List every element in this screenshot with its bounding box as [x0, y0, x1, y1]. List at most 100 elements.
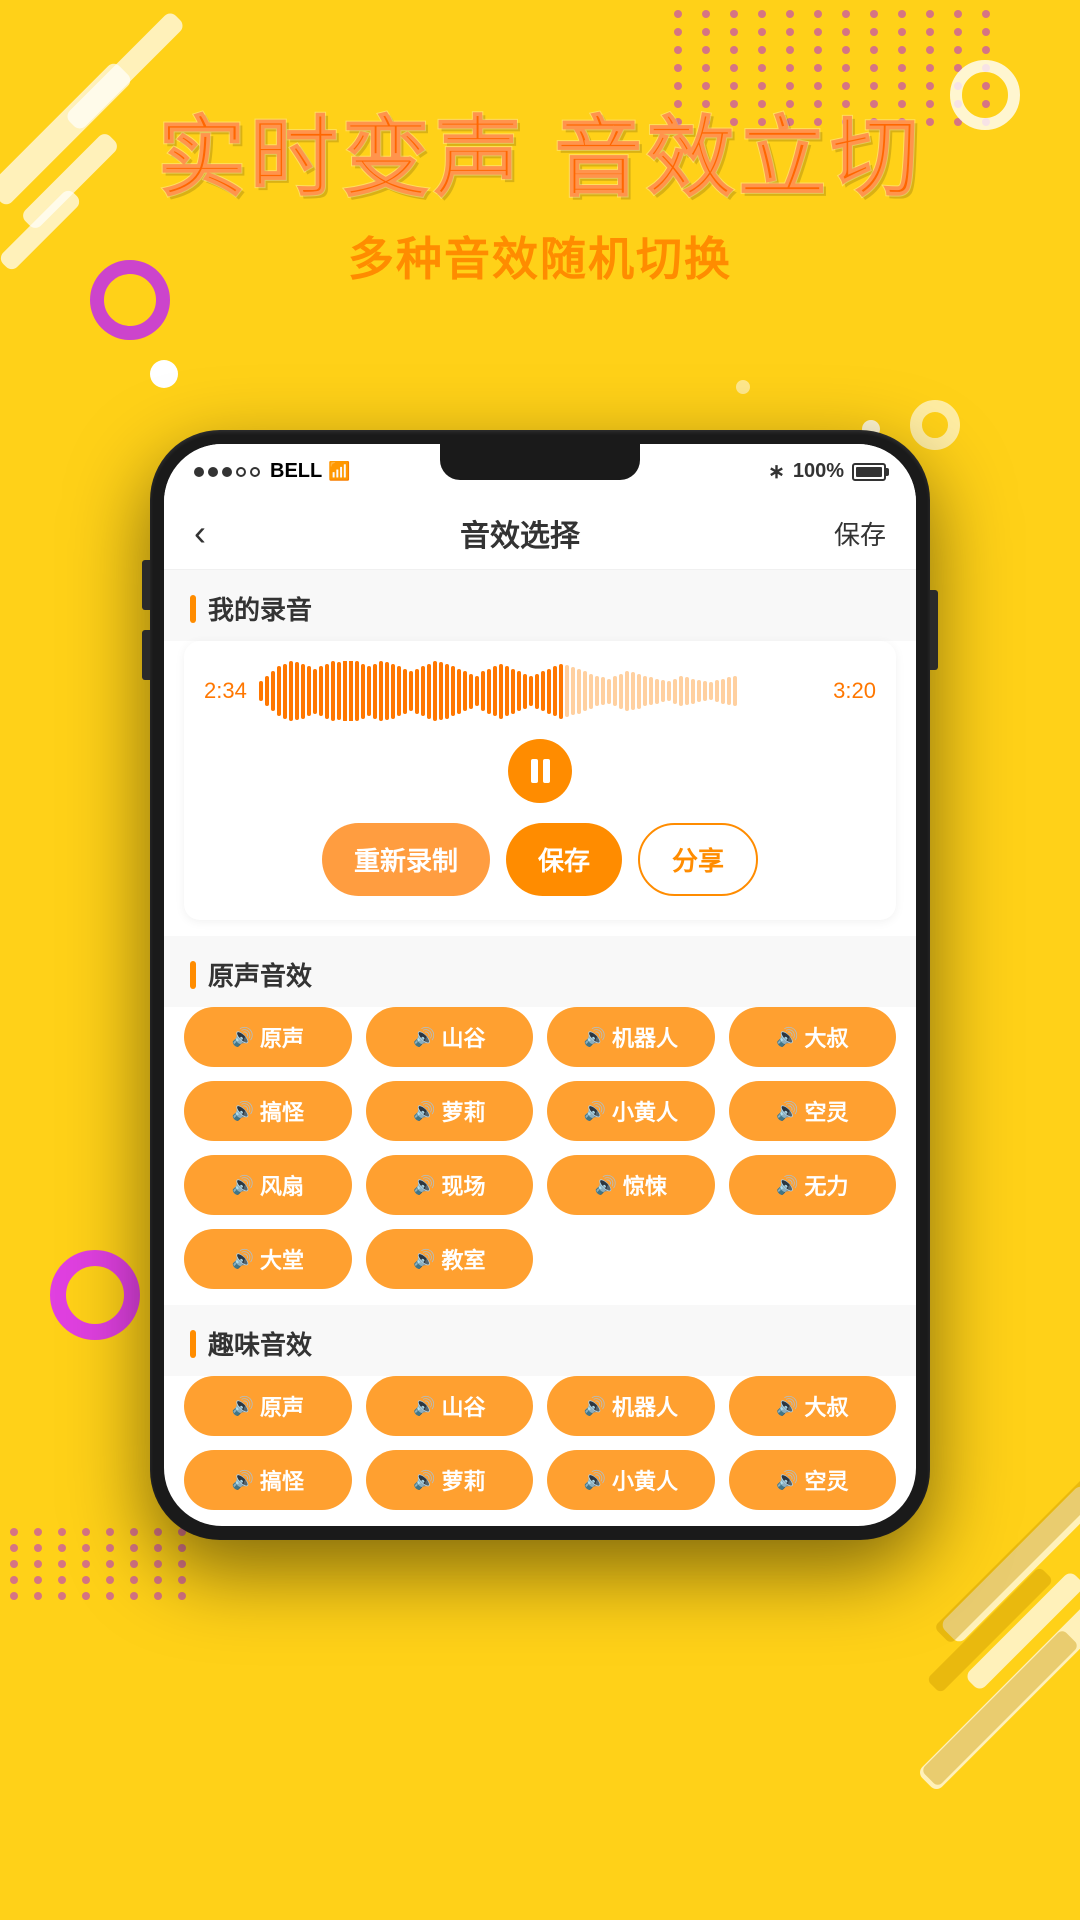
- effect-label: 小黄人: [612, 1464, 678, 1496]
- waveform-bar: [289, 661, 293, 721]
- battery-percent: 100%: [793, 460, 844, 483]
- pause-button[interactable]: [508, 739, 572, 803]
- speaker-icon: 🔊: [413, 1470, 435, 1491]
- speaker-icon: 🔊: [776, 1470, 798, 1491]
- fun-effect-chip[interactable]: 🔊小黄人: [547, 1450, 715, 1510]
- signal-dot-3: [222, 467, 232, 477]
- effect-label: 山谷: [441, 1021, 485, 1053]
- original-effect-chip[interactable]: 🔊风扇: [184, 1155, 352, 1215]
- fun-effects-grid: 🔊原声🔊山谷🔊机器人🔊大叔🔊搞怪🔊萝莉🔊小黄人🔊空灵: [164, 1376, 916, 1526]
- effect-label: 搞怪: [260, 1095, 304, 1127]
- rerecord-button[interactable]: 重新录制: [322, 823, 490, 896]
- original-effects-grid: 🔊原声🔊山谷🔊机器人🔊大叔🔊搞怪🔊萝莉🔊小黄人🔊空灵🔊风扇🔊现场🔊惊悚🔊无力🔊大…: [164, 1007, 916, 1305]
- fun-effect-chip[interactable]: 🔊搞怪: [184, 1450, 352, 1510]
- share-button[interactable]: 分享: [638, 823, 758, 896]
- save-recording-button[interactable]: 保存: [506, 823, 622, 896]
- waveform-bar: [523, 674, 527, 709]
- screen-title: 音效选择: [460, 511, 580, 555]
- effect-label: 山谷: [441, 1390, 485, 1422]
- effect-label: 小黄人: [612, 1095, 678, 1127]
- waveform-bar: [343, 661, 347, 721]
- waveform-bar: [307, 666, 311, 716]
- fun-effect-chip[interactable]: 🔊大叔: [729, 1376, 897, 1436]
- waveform-bar: [517, 671, 521, 711]
- waveform-bar: [577, 669, 581, 714]
- recording-section-header: 我的录音: [164, 570, 916, 641]
- original-effect-chip[interactable]: 🔊搞怪: [184, 1081, 352, 1141]
- white-dot-1: [150, 360, 178, 388]
- power-button: [930, 590, 938, 670]
- effect-label: 大堂: [260, 1243, 304, 1275]
- waveform-bar: [637, 674, 641, 709]
- fun-effect-chip[interactable]: 🔊 空灵: [729, 1450, 897, 1510]
- status-left: BELL 📶: [194, 460, 351, 483]
- speaker-icon: 🔊: [232, 1470, 254, 1491]
- waveform-bar: [613, 676, 617, 706]
- original-effect-chip[interactable]: 🔊大叔: [729, 1007, 897, 1067]
- waveform-bar: [685, 677, 689, 705]
- waveform-bar: [265, 676, 269, 706]
- original-effect-chip[interactable]: 🔊教室: [366, 1229, 534, 1289]
- waveform-bar: [727, 677, 731, 705]
- fun-effect-chip[interactable]: 🔊 山谷: [366, 1376, 534, 1436]
- waveform-bar: [385, 662, 389, 720]
- original-effect-chip[interactable]: 🔊机器人: [547, 1007, 715, 1067]
- original-effect-chip[interactable]: 🔊大堂: [184, 1229, 352, 1289]
- original-effect-chip[interactable]: 🔊现场: [366, 1155, 534, 1215]
- waveform-bar: [583, 671, 587, 711]
- stripe-r2: [964, 1570, 1080, 1692]
- effect-label: 空灵: [804, 1095, 848, 1127]
- waveform-bar: [667, 681, 671, 701]
- waveform-bar: [733, 676, 737, 706]
- effect-label: 大叔: [804, 1390, 848, 1422]
- section-bar-fun: [190, 1330, 196, 1358]
- speaker-icon: 🔊: [776, 1101, 798, 1122]
- waveform-bar: [493, 666, 497, 716]
- waveform-bar: [691, 679, 695, 704]
- original-effect-chip[interactable]: 🔊小黄人: [547, 1081, 715, 1141]
- waveform-bar: [433, 661, 437, 721]
- header-save-button[interactable]: 保存: [834, 515, 886, 552]
- hero-subtitle: 多种音效随机切换: [0, 223, 1080, 289]
- play-button-row: [204, 739, 876, 803]
- effect-label: 萝莉: [441, 1464, 485, 1496]
- original-effect-chip[interactable]: 🔊原声: [184, 1007, 352, 1067]
- section-bar-original: [190, 961, 196, 989]
- gold-stripe-3: [934, 1472, 1080, 1645]
- waveform-bar: [409, 671, 413, 711]
- original-effect-chip[interactable]: 🔊萝莉: [366, 1081, 534, 1141]
- waveform-bar: [397, 666, 401, 716]
- effect-label: 无力: [804, 1169, 848, 1201]
- original-effect-chip[interactable]: 🔊惊悚: [547, 1155, 715, 1215]
- waveform-bar: [439, 662, 443, 720]
- speaker-icon: 🔊: [413, 1101, 435, 1122]
- waveform-bar: [277, 666, 281, 716]
- speaker-icon: 🔊: [413, 1396, 435, 1417]
- battery-icon: [852, 463, 886, 481]
- pause-icon: [531, 759, 550, 783]
- time-start: 2:34: [204, 678, 247, 704]
- waveform-bar: [499, 664, 503, 719]
- fun-effect-chip[interactable]: 🔊机器人: [547, 1376, 715, 1436]
- effect-label: 风扇: [260, 1169, 304, 1201]
- waveform-bar: [325, 664, 329, 719]
- effect-label: 空灵: [804, 1464, 848, 1496]
- waveform-bar: [337, 662, 341, 720]
- waveform-bar: [283, 664, 287, 719]
- speaker-icon: 🔊: [413, 1175, 435, 1196]
- fun-effects-title: 趣味音效: [208, 1325, 312, 1362]
- waveform-bar: [481, 671, 485, 711]
- fun-effect-chip[interactable]: 🔊原声: [184, 1376, 352, 1436]
- waveform-bar: [697, 680, 701, 702]
- gold-stripe-1: [921, 1629, 1079, 1787]
- back-button[interactable]: ‹: [194, 512, 206, 554]
- original-effect-chip[interactable]: 🔊无力: [729, 1155, 897, 1215]
- original-effect-chip[interactable]: 🔊山谷: [366, 1007, 534, 1067]
- waveform-bar: [589, 674, 593, 709]
- waveform-bar: [367, 666, 371, 716]
- waveform-bar: [445, 664, 449, 719]
- fun-effect-chip[interactable]: 🔊 萝莉: [366, 1450, 534, 1510]
- waveform-bar: [721, 679, 725, 704]
- signal-dot-2: [208, 467, 218, 477]
- original-effect-chip[interactable]: 🔊 空灵: [729, 1081, 897, 1141]
